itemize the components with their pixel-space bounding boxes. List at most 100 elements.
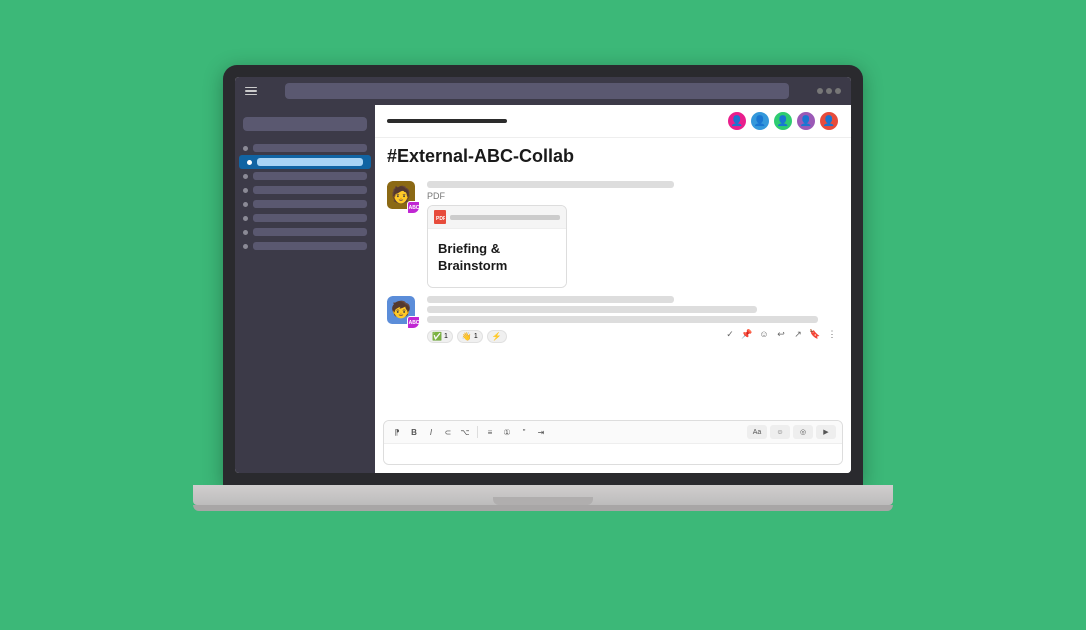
- editor-input[interactable]: [384, 444, 842, 464]
- topbar-search-bar: [285, 83, 789, 99]
- message-2-name-line: [427, 296, 674, 303]
- sidebar-search[interactable]: [243, 117, 367, 131]
- header-avatar-2: 👤: [750, 111, 770, 131]
- message-2-content: ✅ 1 👋 1 ⚡: [427, 296, 839, 343]
- screen-body: 👤 👤 👤 👤 👤: [235, 105, 851, 473]
- reaction-count-2: 1: [474, 333, 478, 340]
- pdf-card-header: PDF: [428, 206, 566, 229]
- pdf-card[interactable]: PDF Briefing & Brainstorm: [427, 205, 567, 288]
- header-avatar-3: 👤: [773, 111, 793, 131]
- sidebar-label-7: [253, 228, 367, 236]
- channel-title: #External-ABC-Collab: [375, 138, 851, 173]
- reaction-add[interactable]: ⚡: [487, 330, 507, 343]
- add-reaction-icon: ⚡: [492, 332, 502, 341]
- message-1: 🧑 ABC PDF: [387, 181, 839, 288]
- sidebar-item-7[interactable]: [235, 225, 375, 239]
- sidebar-item-3[interactable]: [235, 169, 375, 183]
- sidebar-item-6[interactable]: [235, 211, 375, 225]
- avatar-badge-1: ABC: [407, 201, 419, 213]
- toolbar-send-btn[interactable]: ▶: [816, 425, 836, 439]
- chat-header: 👤 👤 👤 👤 👤: [375, 105, 851, 138]
- chat-area: 👤 👤 👤 👤 👤: [375, 105, 851, 473]
- dot-3: [835, 88, 841, 94]
- pdf-file-icon: PDF: [434, 210, 446, 224]
- action-checkmark-icon[interactable]: ✓: [723, 327, 737, 341]
- sidebar-item-5[interactable]: [235, 197, 375, 211]
- toolbar-bold-btn[interactable]: B: [407, 425, 421, 439]
- topbar-dots: [817, 88, 841, 94]
- chat-header-bar: [387, 119, 507, 123]
- message-1-content: PDF PDF: [427, 181, 839, 288]
- toolbar-right: Aa ☺ ◎ ▶: [747, 425, 836, 439]
- message-editor[interactable]: ⁋ B I ⊂ ⌥ ≡ ① " ⇥ Aa ☺: [383, 420, 843, 465]
- action-more-icon[interactable]: ⋮: [825, 327, 839, 341]
- sidebar-dot-2: [247, 160, 252, 165]
- reaction-wave[interactable]: 👋 1: [457, 330, 483, 343]
- checkmark-icon: ✅: [432, 332, 442, 341]
- avatar-badge-2: ABC: [407, 316, 419, 328]
- sidebar-dot-5: [243, 202, 248, 207]
- message-reactions: ✅ 1 👋 1 ⚡: [427, 330, 507, 343]
- sidebar-dot-4: [243, 188, 248, 193]
- toolbar-italic-btn[interactable]: I: [424, 425, 438, 439]
- dot-2: [826, 88, 832, 94]
- message-2-avatar: 🧒 ABC: [387, 296, 419, 328]
- message-2: 🧒 ABC ✅: [387, 296, 839, 343]
- toolbar-emoji-btn[interactable]: ☺: [770, 425, 790, 439]
- toolbar-separator-1: [477, 426, 478, 438]
- header-avatar-1: 👤: [727, 111, 747, 131]
- sidebar-item-8[interactable]: [235, 239, 375, 253]
- toolbar-quote-btn[interactable]: ": [517, 425, 531, 439]
- laptop: 👤 👤 👤 👤 👤: [203, 65, 883, 565]
- message-1-pdf-label: PDF: [427, 191, 839, 201]
- wave-icon: 👋: [462, 332, 472, 341]
- sidebar-label-8: [253, 242, 367, 250]
- laptop-base: [193, 485, 893, 505]
- hamburger-icon[interactable]: [245, 87, 257, 96]
- toolbar-link-btn[interactable]: ⊂: [441, 425, 455, 439]
- chat-messages: 🧑 ABC PDF: [375, 173, 851, 420]
- message-2-bottom-row: ✅ 1 👋 1 ⚡: [427, 326, 839, 343]
- header-avatar-4: 👤: [796, 111, 816, 131]
- sidebar-item-1[interactable]: [235, 141, 375, 155]
- sidebar-dot-3: [243, 174, 248, 179]
- action-pin-icon[interactable]: 📌: [740, 327, 754, 341]
- chat-header-avatars: 👤 👤 👤 👤 👤: [727, 111, 839, 131]
- dot-1: [817, 88, 823, 94]
- sidebar-label-2: [257, 158, 363, 166]
- laptop-screen: 👤 👤 👤 👤 👤: [223, 65, 863, 485]
- message-actions: ✓ 📌 ☺ ↩ ↗ 🔖 ⋮: [723, 327, 839, 341]
- message-1-name-line: [427, 181, 674, 188]
- editor-toolbar: ⁋ B I ⊂ ⌥ ≡ ① " ⇥ Aa ☺: [384, 421, 842, 444]
- header-avatar-5: 👤: [819, 111, 839, 131]
- action-share-icon[interactable]: ↗: [791, 327, 805, 341]
- sidebar-label-1: [253, 144, 367, 152]
- pdf-title: Briefing & Brainstorm: [438, 241, 556, 275]
- sidebar: [235, 105, 375, 473]
- sidebar-label-6: [253, 214, 367, 222]
- sidebar-dot-8: [243, 244, 248, 249]
- sidebar-label-4: [253, 186, 367, 194]
- sidebar-label-5: [253, 200, 367, 208]
- toolbar-format-btn[interactable]: Aa: [747, 425, 767, 439]
- toolbar-attach-btn[interactable]: ◎: [793, 425, 813, 439]
- toolbar-list-btn[interactable]: ≡: [483, 425, 497, 439]
- toolbar-paragraph-btn[interactable]: ⁋: [390, 425, 404, 439]
- screen-content: 👤 👤 👤 👤 👤: [235, 77, 851, 473]
- sidebar-item-2[interactable]: [239, 155, 371, 169]
- toolbar-code-btn[interactable]: ⌥: [458, 425, 472, 439]
- toolbar-indent-btn[interactable]: ⇥: [534, 425, 548, 439]
- toolbar-ordered-list-btn[interactable]: ①: [500, 425, 514, 439]
- action-emoji-icon[interactable]: ☺: [757, 327, 771, 341]
- message-2-text-line-2: [427, 316, 818, 323]
- sidebar-item-4[interactable]: [235, 183, 375, 197]
- message-1-avatar: 🧑 ABC: [387, 181, 419, 213]
- action-bookmark-icon[interactable]: 🔖: [808, 327, 822, 341]
- screen-topbar: [235, 77, 851, 105]
- action-reply-icon[interactable]: ↩: [774, 327, 788, 341]
- sidebar-dot-1: [243, 146, 248, 151]
- pdf-card-title-bar: [450, 215, 560, 220]
- message-2-text-line-1: [427, 306, 757, 313]
- reaction-checkmark[interactable]: ✅ 1: [427, 330, 453, 343]
- pdf-card-body: Briefing & Brainstorm: [428, 229, 566, 287]
